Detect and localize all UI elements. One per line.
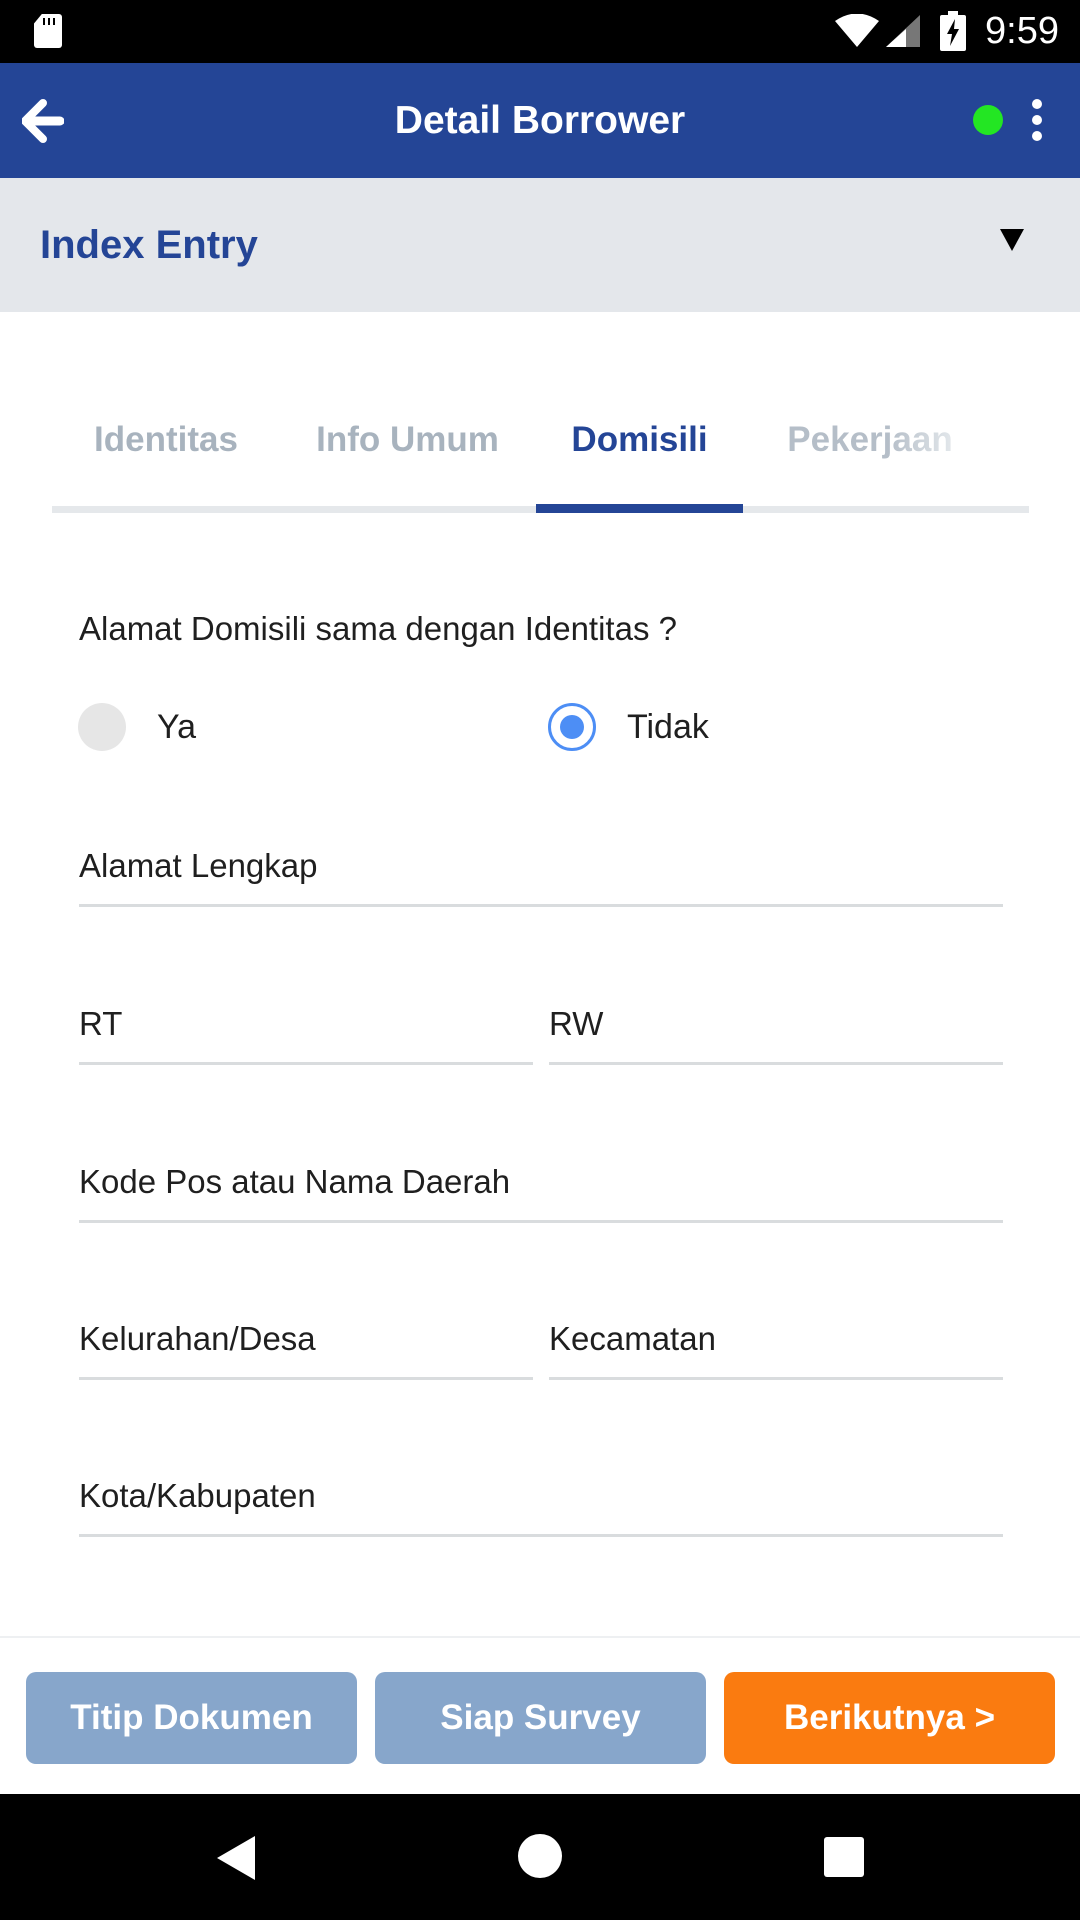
kecamatan-placeholder: Kecamatan: [549, 1320, 716, 1357]
tab-info-umum[interactable]: Info Umum: [306, 400, 509, 480]
kelurahan-field[interactable]: Kelurahan/Desa: [79, 1310, 533, 1380]
tab-indicator: [536, 504, 743, 513]
kota-field[interactable]: Kota/Kabupaten: [79, 1467, 1003, 1537]
berikutnya-button[interactable]: Berikutnya >: [724, 1672, 1055, 1764]
clock: 9:59: [985, 10, 1059, 52]
nav-home-icon[interactable]: [518, 1834, 562, 1878]
alamat-lengkap-placeholder: Alamat Lengkap: [79, 847, 318, 884]
kode-pos-field[interactable]: Kode Pos atau Nama Daerah: [79, 1153, 1003, 1223]
kecamatan-field[interactable]: Kecamatan: [549, 1310, 1003, 1380]
battery-charging-icon: [940, 11, 966, 51]
rt-placeholder: RT: [79, 1005, 123, 1042]
triangle-down-icon[interactable]: [1000, 229, 1024, 251]
kode-pos-placeholder: Kode Pos atau Nama Daerah: [79, 1163, 511, 1200]
page-title: Detail Borrower: [394, 99, 686, 142]
sd-card-icon: [34, 14, 62, 48]
tab-domisili[interactable]: Domisili: [551, 400, 728, 480]
kota-placeholder: Kota/Kabupaten: [79, 1477, 316, 1514]
nav-back-icon[interactable]: [217, 1836, 255, 1880]
tab-pekerjaan[interactable]: Pekerjaan: [780, 400, 960, 480]
radio-ya[interactable]: [78, 703, 126, 751]
online-status-indicator: [973, 105, 1003, 135]
rw-placeholder: RW: [549, 1005, 604, 1042]
radio-tidak[interactable]: [548, 703, 596, 751]
nav-recents-icon[interactable]: [824, 1837, 864, 1877]
more-vert-icon[interactable]: [1031, 99, 1043, 143]
kelurahan-placeholder: Kelurahan/Desa: [79, 1320, 316, 1357]
cellular-icon: [886, 15, 920, 47]
radio-ya-label[interactable]: Ya: [157, 702, 196, 752]
navigation-bar: [0, 1794, 1080, 1920]
titip-dokumen-button[interactable]: Titip Dokumen: [26, 1672, 357, 1764]
index-entry-header[interactable]: Index Entry: [0, 178, 1080, 312]
wifi-icon: [835, 14, 879, 47]
app-bar: Detail Borrower: [0, 63, 1080, 178]
radio-tidak-label[interactable]: Tidak: [627, 702, 709, 752]
section-title: Index Entry: [40, 223, 258, 267]
tab-bar: Identitas Info Umum Domisili Pekerjaan: [0, 400, 1080, 516]
status-bar: 9:59: [0, 0, 1080, 63]
rt-field[interactable]: RT: [79, 995, 533, 1065]
tab-identitas[interactable]: Identitas: [80, 400, 252, 480]
domicile-question: Alamat Domisili sama dengan Identitas ?: [79, 610, 677, 647]
siap-survey-button[interactable]: Siap Survey: [375, 1672, 706, 1764]
alamat-lengkap-field[interactable]: Alamat Lengkap: [79, 837, 1003, 907]
rw-field[interactable]: RW: [549, 995, 1003, 1065]
